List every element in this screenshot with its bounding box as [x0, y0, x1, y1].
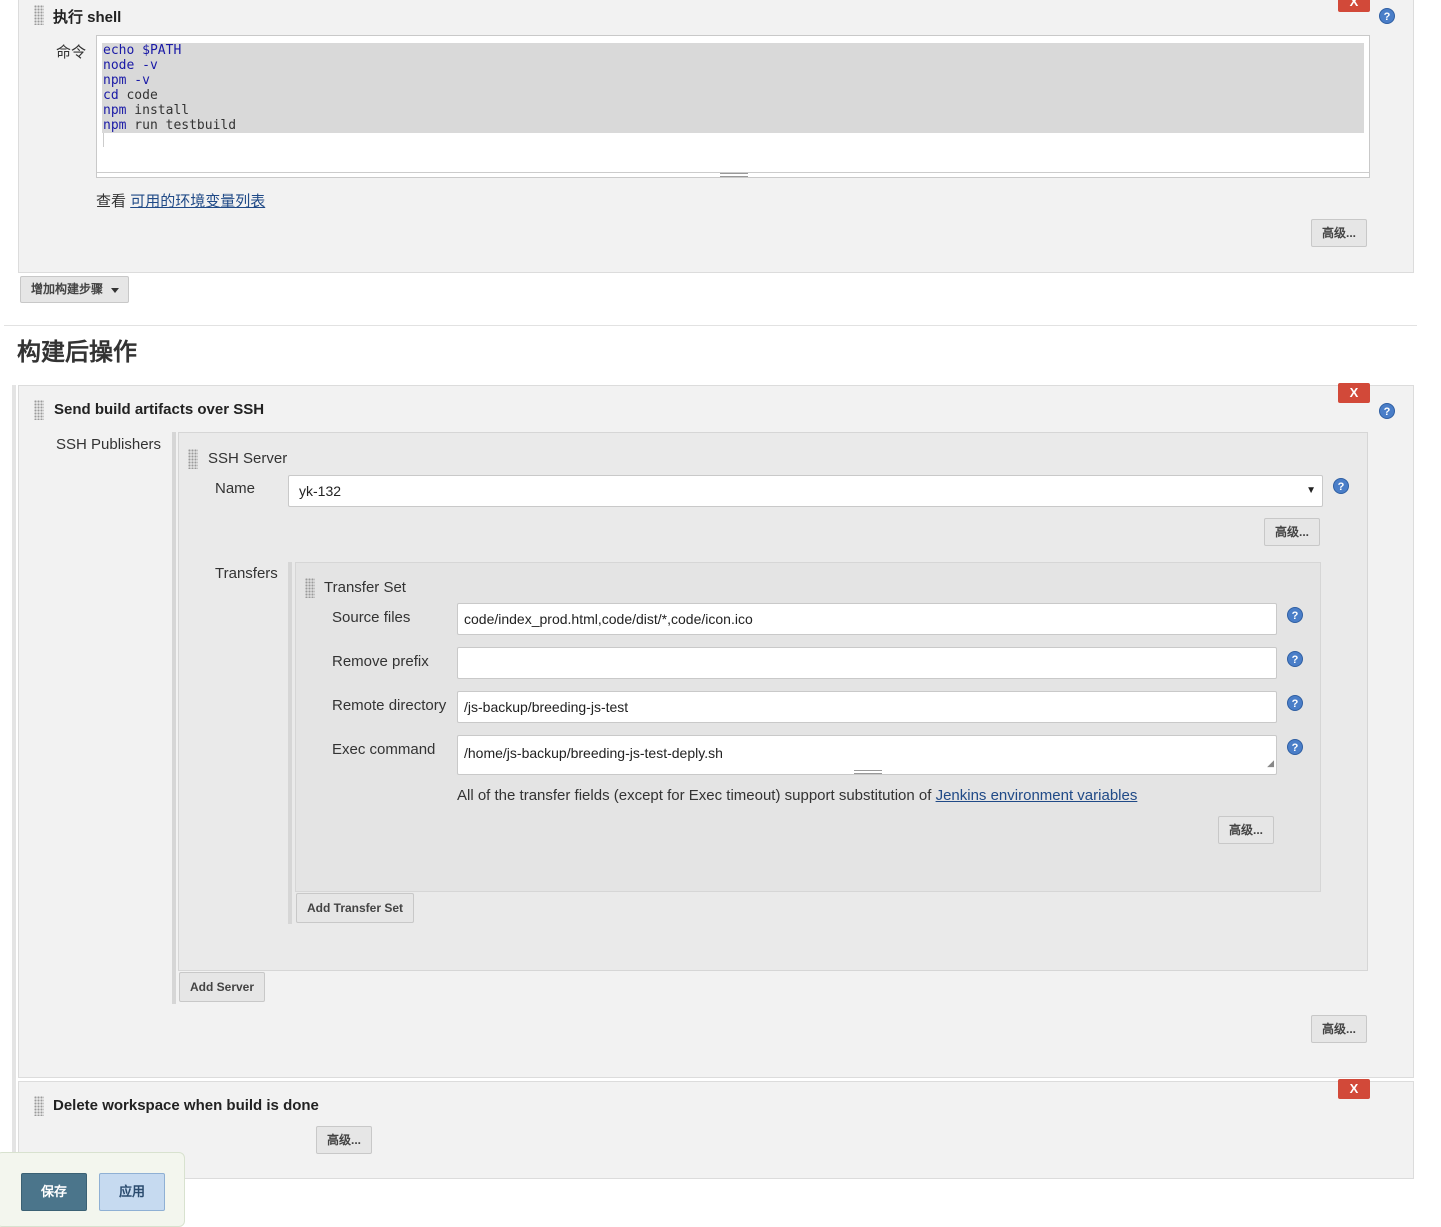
drag-handle-icon[interactable]	[188, 449, 198, 469]
remove-prefix-input[interactable]	[457, 647, 1277, 679]
help-icon[interactable]: ?	[1287, 739, 1303, 755]
code-line: npm run testbuild	[103, 118, 236, 133]
server-name-value: yk-132	[299, 483, 342, 499]
command-code-selection	[102, 43, 1364, 133]
textarea-resize-handle[interactable]	[854, 770, 882, 774]
editor-resize-handle[interactable]	[720, 173, 748, 177]
delete-workspace-panel	[18, 1081, 1414, 1179]
code-keyword: npm	[103, 118, 127, 133]
delete-workspace-title: Delete workspace when build is done	[53, 1097, 319, 1114]
command-label: 命令	[56, 44, 87, 61]
delete-workspace-step-button[interactable]: X	[1338, 1079, 1370, 1099]
source-files-label: Source files	[332, 609, 411, 626]
delete-shell-step-button[interactable]: X	[1338, 0, 1370, 12]
command-code: echo $PATH node -v npm -v cd code npm instal…	[103, 43, 236, 133]
help-icon[interactable]: ?	[1287, 607, 1303, 623]
code-line: npm install	[103, 103, 236, 118]
delete-workspace-advanced-button[interactable]: 高级...	[316, 1126, 372, 1154]
code-line: cd code	[103, 88, 236, 103]
code-line: node -v	[103, 58, 236, 73]
help-icon[interactable]: ?	[1379, 8, 1395, 24]
ssh-server-title: SSH Server	[208, 450, 288, 467]
ssh-advanced-button[interactable]: 高级...	[1311, 1015, 1367, 1043]
add-server-button[interactable]: Add Server	[179, 972, 265, 1002]
help-icon[interactable]: ?	[1287, 651, 1303, 667]
caret-down-icon	[111, 288, 119, 293]
section-divider	[4, 325, 1417, 326]
server-name-label: Name	[215, 480, 256, 497]
code-args: -v	[126, 73, 150, 88]
code-args: run testbuild	[126, 118, 237, 133]
add-build-step-label: 增加构建步骤	[31, 282, 104, 296]
code-args: -v	[134, 58, 158, 73]
env-vars-link[interactable]: 可用的环境变量列表	[130, 193, 265, 210]
exec-command-label: Exec command	[332, 741, 436, 758]
textarea-corner-resize-icon[interactable]: ◢	[1267, 759, 1274, 768]
apply-button[interactable]: 应用	[99, 1173, 165, 1211]
code-args: install	[126, 103, 190, 118]
save-button[interactable]: 保存	[21, 1173, 87, 1211]
transfer-set-title: Transfer Set	[324, 579, 406, 596]
add-build-step-button[interactable]: 增加构建步骤	[20, 276, 129, 303]
dropdown-arrow-icon: ▼	[1306, 485, 1316, 496]
jenkins-env-vars-link[interactable]: Jenkins environment variables	[936, 787, 1138, 804]
drag-handle-icon[interactable]	[34, 400, 44, 420]
code-keyword: node	[103, 58, 135, 73]
delete-ssh-step-button[interactable]: X	[1338, 383, 1370, 403]
panel-left-rule	[12, 385, 16, 1155]
shell-step-title: 执行 shell	[53, 9, 122, 26]
transfers-bracket	[288, 562, 292, 924]
exec-command-value: /home/js-backup/breeding-js-test-deply.s…	[464, 745, 723, 761]
code-line: npm -v	[103, 73, 236, 88]
help-icon[interactable]: ?	[1333, 478, 1349, 494]
drag-handle-icon[interactable]	[34, 1096, 44, 1116]
drag-handle-icon[interactable]	[305, 578, 315, 598]
code-args: code	[118, 88, 158, 103]
code-keyword: npm	[103, 103, 127, 118]
publishers-bracket	[172, 432, 176, 1004]
server-advanced-button[interactable]: 高级...	[1264, 518, 1320, 546]
command-editor[interactable]: echo $PATH node -v npm -v cd code npm instal…	[96, 35, 1370, 178]
source-files-input[interactable]: code/index_prod.html,code/dist/*,code/ic…	[457, 603, 1277, 635]
exec-command-textarea[interactable]: /home/js-backup/breeding-js-test-deply.s…	[457, 735, 1277, 775]
transfer-note: All of the transfer fields (except for E…	[457, 787, 1137, 804]
remote-directory-input[interactable]: /js-backup/breeding-js-test	[457, 691, 1277, 723]
ssh-step-title: Send build artifacts over SSH	[54, 401, 265, 418]
code-line: echo $PATH	[103, 43, 236, 58]
shell-advanced-button[interactable]: 高级...	[1311, 219, 1367, 247]
transfers-label: Transfers	[215, 565, 278, 582]
code-keyword: npm	[103, 73, 127, 88]
drag-handle-icon[interactable]	[34, 5, 44, 25]
code-keyword: cd	[103, 88, 119, 103]
transfer-note-text: All of the transfer fields (except for E…	[457, 787, 936, 804]
add-transfer-set-button[interactable]: Add Transfer Set	[296, 893, 414, 923]
editor-cursor	[103, 133, 104, 147]
help-icon[interactable]: ?	[1379, 403, 1395, 419]
post-build-heading: 构建后操作	[17, 339, 137, 366]
env-vars-line: 查看 可用的环境变量列表	[96, 190, 265, 211]
ssh-publishers-label: SSH Publishers	[56, 436, 162, 453]
code-args: $PATH	[134, 43, 182, 58]
code-keyword: echo	[103, 43, 135, 58]
transfer-advanced-button[interactable]: 高级...	[1218, 816, 1274, 844]
server-name-select[interactable]: yk-132 ▼	[288, 475, 1323, 507]
env-vars-prefix: 查看	[96, 193, 127, 210]
remove-prefix-label: Remove prefix	[332, 653, 429, 670]
help-icon[interactable]: ?	[1287, 695, 1303, 711]
remote-directory-label: Remote directory	[332, 697, 447, 714]
